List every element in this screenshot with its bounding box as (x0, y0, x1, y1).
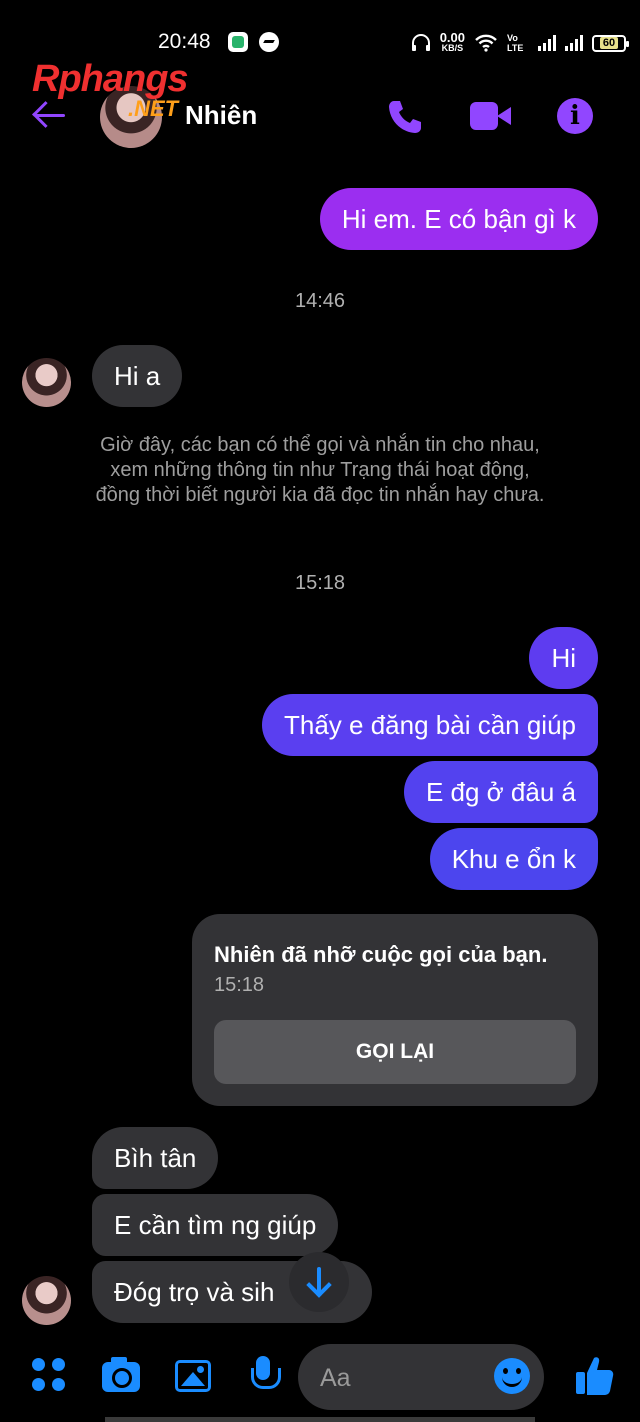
battery-level: 60 (599, 37, 619, 49)
network-speed: 0.00 KB/S (440, 31, 465, 54)
back-arrow-icon[interactable] (32, 100, 68, 130)
notification-app-icon (228, 32, 248, 52)
messenger-notification-icon (259, 32, 279, 52)
info-icon[interactable]: i (557, 98, 593, 134)
incoming-message[interactable]: Hi a (92, 345, 183, 407)
wifi-icon (475, 34, 497, 52)
message-timestamp: 15:18 (294, 572, 346, 594)
outgoing-message[interactable]: Hi (529, 627, 598, 689)
missed-call-time: 15:18 (214, 974, 265, 996)
call-back-button[interactable]: GỌI LẠI (214, 1020, 576, 1084)
video-call-icon[interactable] (470, 102, 512, 130)
outgoing-message[interactable]: Hi em. E có bận gì k (319, 188, 598, 250)
contact-name[interactable]: Nhiên (185, 100, 257, 131)
signal-icon-1 (538, 35, 556, 51)
incoming-message[interactable]: E cần tìm ng giúp (92, 1194, 339, 1256)
watermark-suffix: .NET (128, 96, 179, 121)
message-timestamp: 14:46 (294, 290, 346, 312)
phone-call-icon[interactable] (386, 98, 424, 136)
incoming-message[interactable]: Bìh tân (92, 1127, 219, 1189)
emoji-icon[interactable] (494, 1358, 530, 1394)
outgoing-message[interactable]: Khu e ổn k (429, 828, 598, 890)
status-right: 0.00 KB/S Vo LTE 60 (411, 30, 629, 56)
missed-call-title: Nhiên đã nhỡ cuộc gọi của bạn. (214, 942, 548, 967)
watermark-logo: Rphangs (32, 58, 189, 100)
conversation-header: Rphangs .NET Nhiên i (0, 58, 640, 152)
home-indicator (105, 1417, 535, 1422)
message-input-placeholder: Aa (320, 1364, 351, 1392)
missed-call-card: Nhiên đã nhỡ cuộc gọi của bạn. 15:18 GỌI… (192, 914, 598, 1106)
microphone-icon[interactable] (251, 1356, 281, 1396)
status-time: 20:48 (158, 30, 211, 53)
contact-avatar-small[interactable] (22, 1276, 71, 1325)
message-input[interactable]: Aa (298, 1344, 544, 1410)
camera-icon[interactable] (102, 1357, 140, 1392)
menu-icon[interactable] (32, 1358, 68, 1394)
volte-icon: Vo LTE (507, 33, 524, 53)
gallery-icon[interactable] (175, 1360, 211, 1392)
outgoing-message[interactable]: Thấy e đăng bài cần giúp (262, 694, 598, 756)
scroll-down-arrow-icon[interactable] (289, 1252, 349, 1312)
speed-unit: KB/S (441, 43, 464, 53)
battery-icon: 60 (592, 34, 629, 52)
headphones-icon (411, 34, 430, 51)
outgoing-message[interactable]: E đg ở đâu á (403, 761, 598, 823)
signal-icon-2 (565, 35, 583, 51)
contact-avatar-small[interactable] (22, 358, 71, 407)
message-composer: Aa (0, 1336, 640, 1422)
system-notice: Giờ đây, các bạn có thể gọi và nhắn tin … (95, 434, 545, 506)
thumbs-up-icon[interactable] (574, 1354, 614, 1396)
